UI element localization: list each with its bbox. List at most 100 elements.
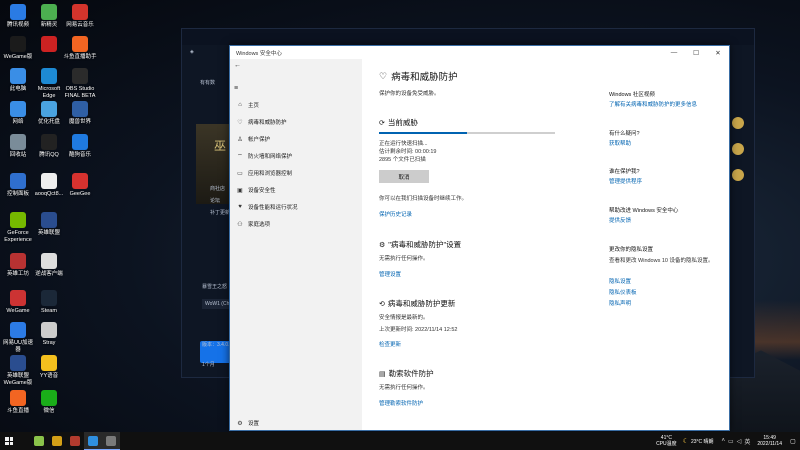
launcher-tab[interactable]: 有有数 [200,79,215,86]
launcher-friends-count[interactable]: 1个月 [202,361,215,368]
weather-widget[interactable]: ☾ 23°C 晴朗 [683,437,714,445]
network-icon[interactable]: ▭ [728,438,734,445]
desktop-icon-label: OBS Studio FINAL BETA [64,86,96,99]
privacy-dashboard-link[interactable]: 隐私仪表板 [609,288,637,296]
manage-ransomware-link[interactable]: 管理勒索软件防护 [379,399,423,407]
desktop-icon[interactable] [32,36,66,54]
feedback-link[interactable]: 提供反馈 [609,216,631,224]
desktop-icon[interactable]: OBS Studio FINAL BETA [63,68,97,99]
desktop-icon[interactable]: 新精灵 [32,4,66,29]
desktop-icon[interactable]: 回收站 [1,134,35,159]
taskbar-app-gamesdk[interactable] [30,432,48,450]
desktop-icon-label: WeGame [6,308,30,314]
desktop-icon[interactable]: WeGame [1,290,35,315]
cpu-temp-widget[interactable]: 41°C CPU温度 [656,435,677,447]
desktop-icon[interactable]: 英雄联盟 [32,212,66,237]
get-help-link[interactable]: 获取帮助 [609,139,631,147]
desktop-icon[interactable]: WeGame版 [1,36,35,61]
desktop-icon[interactable]: 优化托盘 [32,101,66,126]
privacy-statement-link[interactable]: 隐私声明 [609,299,631,307]
scan-progress-fill [379,132,467,134]
launcher-shop-link[interactable]: 商社店 [210,185,225,192]
check-updates-link[interactable]: 检查更新 [379,340,401,348]
privacy-heading: 更改你的隐私设置 [609,247,654,253]
sync-icon: ⟲ [379,300,385,308]
app-icon [10,390,26,406]
taskbar-app-wow[interactable] [66,432,84,450]
last-update-time: 上次更新时间: 2022/11/14 12:52 [379,327,458,333]
launcher-game-list[interactable] [732,117,746,195]
taskbar-app-security[interactable] [102,432,120,450]
nav-item-home[interactable]: ⌂ 主页 [230,99,362,111]
desktop-icon-label: 英雄工坊 [6,271,29,277]
nav-item-app-browser-control[interactable]: ▭ 应用和浏览器控制 [230,167,362,179]
desktop-icon[interactable]: Steam [32,290,66,315]
desktop-icon[interactable]: 网络 [1,101,35,126]
nav-item-device-security[interactable]: ▣ 设备安全性 [230,184,362,196]
desktop-icon[interactable]: GeeGee [63,173,97,198]
desktop-icon-label: 逆战客户端 [35,271,63,277]
maximize-button[interactable]: ☐ [685,46,707,59]
wifi-icon: ⌔ [237,154,243,160]
desktop-icon[interactable]: 英雄工坊 [1,253,35,278]
manage-settings-link[interactable]: 管理设置 [379,270,401,278]
learn-more-link[interactable]: 了解有关病毒和威胁防护的更多信息 [609,100,697,108]
nav-item-device-performance[interactable]: ♥ 设备性能和运行状况 [230,201,362,213]
nav-item-settings[interactable]: ⚙ 设置 [230,417,362,429]
desktop-icon[interactable]: 英雄联盟WeGame版 [1,355,35,386]
chevron-up-icon[interactable]: ˄ [722,438,726,444]
desktop-icon[interactable]: 网易UU加速器 [1,322,35,353]
cancel-button[interactable]: 取消 [379,170,429,183]
desktop-icon[interactable]: 网易云音乐 [63,4,97,29]
desktop-icon[interactable]: YY语音 [32,355,66,380]
back-arrow-icon[interactable]: ← [234,62,241,69]
desktop-icon[interactable]: 微信 [32,390,66,415]
close-button[interactable]: ✕ [707,46,729,59]
scan-note: 你可以在我们扫描设备时继续工作。 [379,196,468,202]
desktop-icon[interactable]: aooqQct8... [32,173,66,198]
notification-icon[interactable]: ▢ [788,438,798,445]
protection-settings-desc: 无需执行任何操作。 [379,256,429,262]
desktop-icon[interactable]: 酷狗音乐 [63,134,97,159]
start-button[interactable] [0,432,18,450]
nav-item-label: 应用和浏览器控制 [248,171,293,177]
desktop-icon[interactable]: 腾讯QQ [32,134,66,159]
hamburger-menu-icon[interactable]: ≡ [234,85,238,92]
app-icon [10,173,26,189]
desktop-icon[interactable]: 控制面板 [1,173,35,198]
desktop-icon[interactable]: 魔兽世界 [63,101,97,126]
manage-providers-link[interactable]: 管理提供程序 [609,177,642,185]
taskbar-app-overwolf[interactable] [48,432,66,450]
family-icon: ⚇ [237,221,243,228]
minimize-button[interactable]: — [663,46,685,59]
desktop-icon-label: Microsoft Edge [37,86,61,99]
protection-history-link[interactable]: 保护历史记录 [379,210,412,218]
nav-item-account-protection[interactable]: ♙ 帐户保护 [230,133,362,145]
launcher-patch-link[interactable]: 补丁更新 [210,209,230,216]
app-icon [72,4,88,20]
browser-window-icon: ▭ [237,170,243,177]
desktop-icon[interactable]: 斗鱼直播助手 [63,36,97,61]
window-titlebar[interactable]: Windows 安全中心 — ☐ ✕ [230,46,729,59]
volume-icon[interactable]: ◁ [737,438,742,445]
launcher-forum-link[interactable]: 论坛 [210,197,220,204]
app-icon [72,68,88,84]
desktop-icon[interactable]: 此电脑 [1,68,35,93]
desktop-icon[interactable]: 腾讯视频 [1,4,35,29]
taskbar-app-battlenet[interactable] [84,432,102,450]
privacy-settings-link[interactable]: 隐私设置 [609,277,631,285]
taskbar-clock[interactable]: 15:49 2022/11/14 [757,435,782,447]
nav-item-virus-protection[interactable]: ♡ 病毒和威胁防护 [230,116,362,128]
desktop-icon[interactable]: Stray [32,322,66,347]
ransomware-heading: ▤ 勒索软件防护 [379,368,434,379]
nav-item-firewall[interactable]: ⌔ 防火墙和网络保护 [230,150,362,162]
desktop-icon[interactable]: 斗鱼直播 [1,390,35,415]
launcher-version-select[interactable]: WoW1 (Ch [202,299,233,309]
app-icon [10,101,26,117]
desktop-icon[interactable]: GeForce Experience [1,212,35,243]
desktop-icon[interactable]: 逆战客户端 [32,253,66,278]
heart-icon: ♥ [238,204,242,210]
nav-item-family-options[interactable]: ⚇ 家庭选项 [230,218,362,230]
desktop-icon[interactable]: Microsoft Edge [32,68,66,99]
ime-icon[interactable]: 英 [744,437,750,446]
